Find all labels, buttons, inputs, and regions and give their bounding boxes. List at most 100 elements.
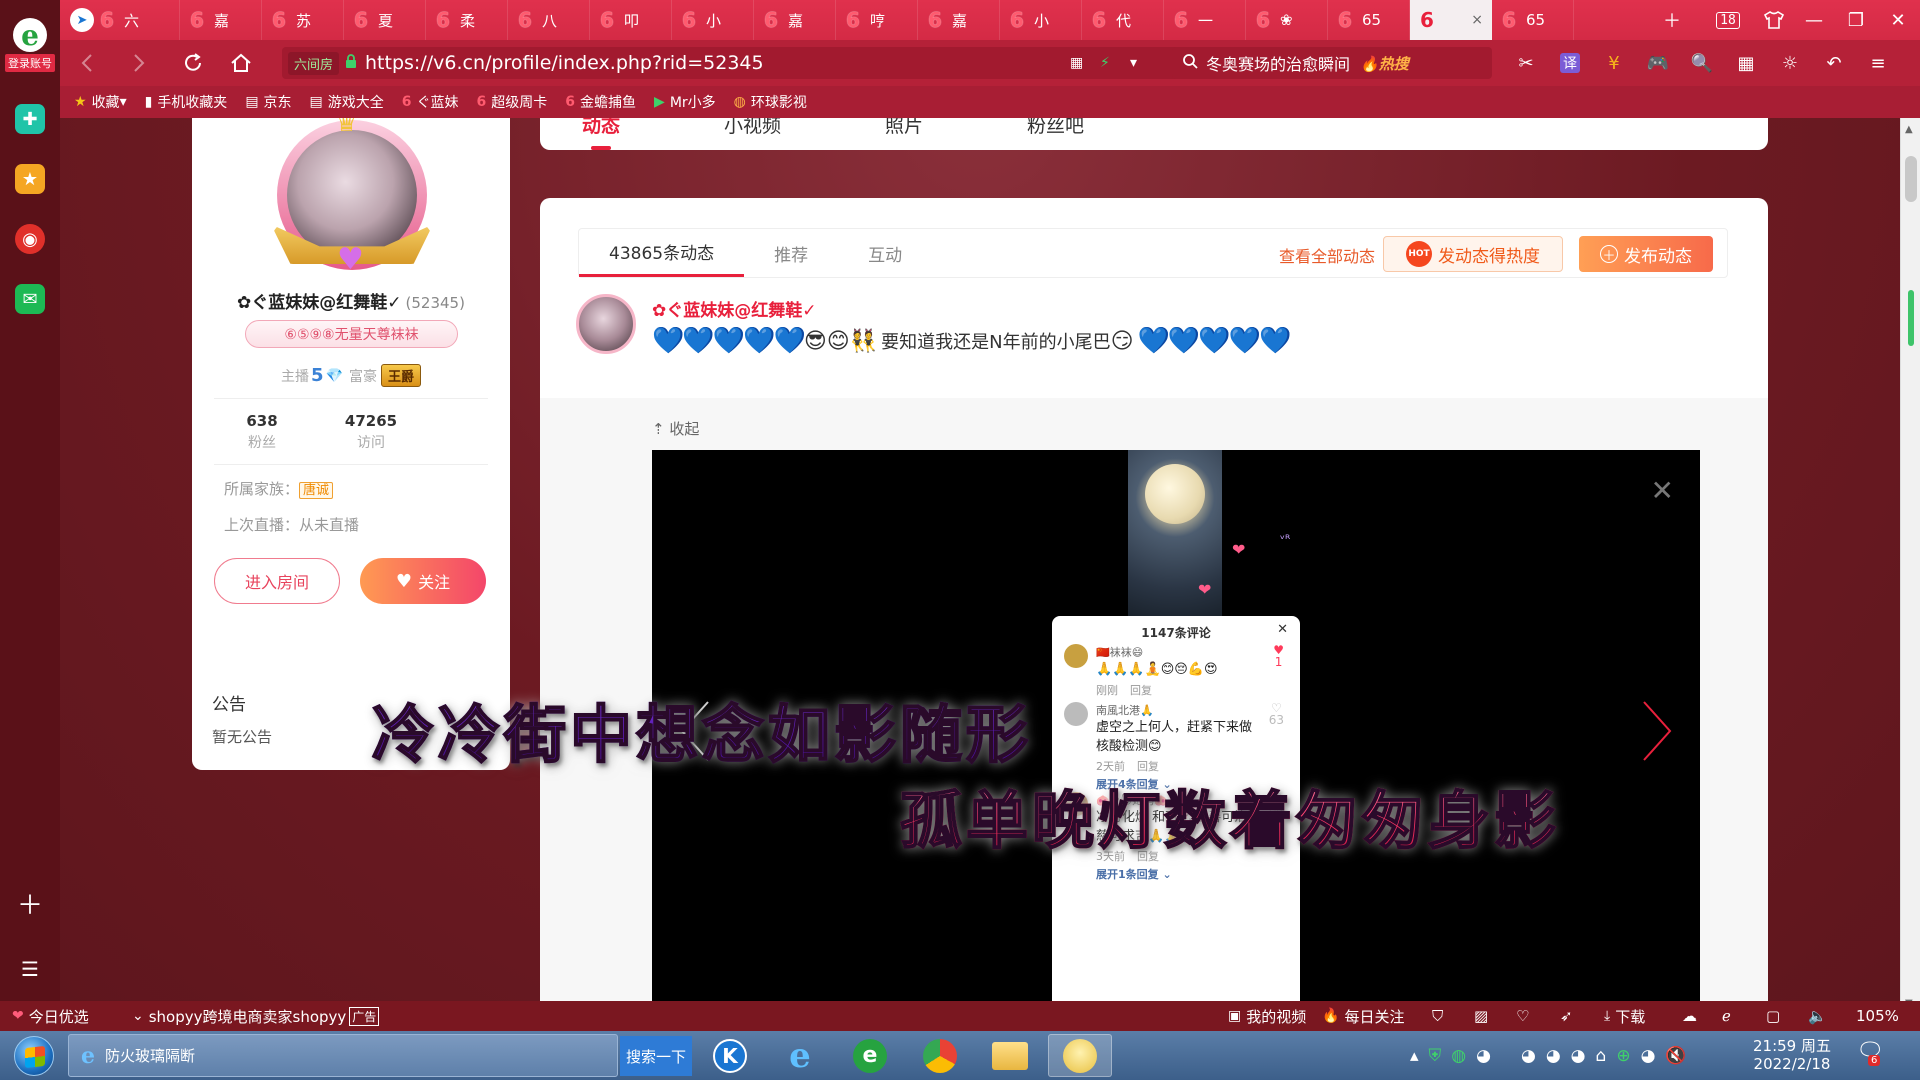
browser-tab[interactable]: 6一 bbox=[1164, 0, 1246, 40]
mail-icon[interactable]: ✉ bbox=[15, 284, 45, 314]
ie-mode-icon[interactable]: ℯ bbox=[1722, 1007, 1731, 1025]
post-author-name[interactable]: ✿ぐ蓝妹妹@红舞鞋✓ bbox=[652, 296, 817, 321]
volume-muted-icon[interactable]: 🔇 bbox=[1665, 1046, 1686, 1066]
grid-icon[interactable]: ▦ bbox=[1724, 40, 1768, 86]
back-button[interactable] bbox=[66, 40, 108, 86]
my-video-link[interactable]: ▣ 我的视频 bbox=[1228, 1006, 1306, 1027]
profile-tab[interactable]: 小视频 bbox=[724, 118, 781, 138]
enter-room-button[interactable]: 进入房间 bbox=[214, 558, 340, 604]
profile-tab[interactable]: 粉丝吧 bbox=[1027, 118, 1084, 138]
qq-icon[interactable]: ◕ bbox=[1571, 1046, 1586, 1066]
profile-avatar[interactable]: ♛ ♥ bbox=[271, 118, 433, 277]
bookmark-item[interactable]: ★ 收藏 ▾ bbox=[74, 92, 127, 112]
app-plus-icon[interactable]: ✚ bbox=[15, 104, 45, 134]
brightness-icon[interactable]: ☼ bbox=[1768, 40, 1812, 86]
browser-tab[interactable]: 6 65 bbox=[1492, 0, 1574, 40]
wechat-icon[interactable]: ◍ bbox=[1451, 1046, 1466, 1066]
url-field[interactable]: 六间房 https://v6.cn/profile/index.php?rid=… bbox=[282, 47, 1207, 79]
bookmark-item[interactable]: 6 ぐ蓝妹 bbox=[402, 92, 459, 112]
heart-outline-icon[interactable]: ♡ bbox=[1516, 1007, 1529, 1025]
chat-app-icon[interactable] bbox=[1048, 1034, 1112, 1077]
scissors-icon[interactable]: ✂ bbox=[1504, 40, 1548, 86]
like-button[interactable]: ♡ 63 bbox=[1269, 702, 1284, 726]
feed-tab[interactable]: 推荐 bbox=[744, 229, 838, 277]
browser-logo[interactable]: e 登录账号 bbox=[4, 18, 56, 72]
menu-icon[interactable]: ≡ bbox=[1856, 40, 1900, 86]
family-tag[interactable]: 唐诚 bbox=[299, 482, 334, 499]
today-picks-link[interactable]: ❤ 今日优选 bbox=[12, 1006, 89, 1027]
post-author-avatar[interactable] bbox=[576, 294, 636, 354]
site-security-chip[interactable]: 六间房 bbox=[288, 51, 340, 75]
favorites-star-icon[interactable]: ★ bbox=[15, 164, 45, 194]
browser-tab[interactable]: ➤ 6 六 bbox=[60, 0, 180, 40]
qq-icon[interactable]: ◕ bbox=[1521, 1046, 1536, 1066]
undo-icon[interactable]: ↶ bbox=[1812, 40, 1856, 86]
qq-icon[interactable]: ◕ bbox=[1476, 1046, 1491, 1066]
tab-count-button[interactable]: 18 bbox=[1706, 0, 1750, 40]
profile-tab[interactable]: 照片 bbox=[885, 118, 923, 138]
chrome-app-icon[interactable] bbox=[908, 1034, 972, 1077]
scrollbar-thumb[interactable] bbox=[1905, 156, 1917, 202]
gamepad-icon[interactable]: 🎮 bbox=[1636, 40, 1680, 86]
daily-follow-link[interactable]: 🔥 每日关注 bbox=[1322, 1006, 1404, 1027]
folder-app-icon[interactable] bbox=[978, 1034, 1042, 1077]
profile-tab[interactable]: 动态 bbox=[582, 118, 620, 150]
vertical-scrollbar[interactable]: ▲ ▼ bbox=[1900, 118, 1920, 1015]
download-button[interactable]: ⤓ 下载 bbox=[1604, 1006, 1645, 1027]
magnifier-icon[interactable]: 🔍 bbox=[1680, 40, 1724, 86]
browser-tab[interactable]: 6叩 bbox=[590, 0, 672, 40]
plus-badge-icon[interactable]: ⊕ bbox=[1616, 1046, 1630, 1066]
minimize-button[interactable]: — bbox=[1794, 0, 1834, 40]
notification-center-icon[interactable]: 🗨 6 bbox=[1856, 1039, 1884, 1066]
tray-expand-icon[interactable]: ▴ bbox=[1410, 1046, 1419, 1066]
browser-tab[interactable]: 6八 bbox=[508, 0, 590, 40]
feed-tab[interactable]: 互动 bbox=[838, 229, 932, 277]
close-window-button[interactable]: ✕ bbox=[1876, 0, 1920, 40]
ie-app-icon[interactable]: e bbox=[768, 1034, 832, 1077]
menu-list-icon[interactable]: ☰ bbox=[15, 954, 45, 984]
restore-button[interactable]: ❐ bbox=[1836, 0, 1876, 40]
reply-button[interactable]: 回复 bbox=[1130, 684, 1152, 697]
chevron-down-icon[interactable]: ▾ bbox=[1130, 55, 1137, 71]
bookmark-item[interactable]: ▤ 京东 bbox=[245, 92, 291, 112]
commenter-name[interactable]: 南風北港🙏 bbox=[1096, 702, 1154, 718]
volume-icon[interactable]: 🔈 bbox=[1808, 1007, 1827, 1025]
taskbar-active-window[interactable]: e 防火玻璃隔断 bbox=[68, 1034, 618, 1077]
new-tab-button[interactable]: ＋ bbox=[1652, 0, 1692, 40]
taskbar-search-button[interactable]: 搜索一下 bbox=[620, 1036, 692, 1076]
ad-link[interactable]: ⌄ shopyy跨境电商卖家shopyy 广告 bbox=[132, 1006, 380, 1027]
rocket-icon[interactable]: ➶ bbox=[1560, 1007, 1573, 1025]
coin-icon[interactable]: ¥ bbox=[1592, 40, 1636, 86]
bookmark-item[interactable]: ▤ 游戏大全 bbox=[310, 92, 384, 112]
weibo-icon[interactable]: ◉ bbox=[15, 224, 45, 254]
commenter-avatar[interactable] bbox=[1064, 702, 1088, 726]
browser-tab[interactable]: 6夏 bbox=[344, 0, 426, 40]
zoom-level[interactable]: 105% bbox=[1856, 1007, 1899, 1025]
feed-tab[interactable]: 43865条动态 bbox=[579, 229, 745, 277]
start-button[interactable] bbox=[14, 1036, 54, 1076]
follow-button[interactable]: ♥ 关注 bbox=[360, 558, 486, 604]
qq-icon[interactable]: ◕ bbox=[1641, 1046, 1656, 1066]
security-shield-icon[interactable]: ⛨ bbox=[1429, 1046, 1442, 1066]
browser-tab[interactable]: 6哼 bbox=[836, 0, 918, 40]
expand-replies-link[interactable]: 展开1条回复 ⌄ bbox=[1096, 866, 1172, 882]
browser-tab[interactable]: 6嘉 bbox=[754, 0, 836, 40]
commenter-avatar[interactable] bbox=[1064, 644, 1088, 668]
window-icon[interactable]: ▢ bbox=[1766, 1007, 1780, 1025]
browser-tab[interactable]: 6嘉 bbox=[918, 0, 1000, 40]
browser-tab[interactable]: 6嘉 bbox=[180, 0, 262, 40]
skin-icon[interactable] bbox=[1752, 0, 1796, 40]
next-media-button[interactable] bbox=[1636, 698, 1676, 764]
network-icon[interactable]: ⌂ bbox=[1596, 1046, 1607, 1066]
browser-tab[interactable]: 6 × bbox=[1410, 0, 1492, 40]
translate-icon[interactable]: 译 bbox=[1548, 40, 1592, 86]
bookmark-item[interactable]: ▮ 手机收藏夹 bbox=[145, 92, 228, 112]
lightning-icon[interactable]: ⚡ bbox=[1100, 55, 1110, 71]
collapse-link[interactable]: ⇡ 收起 bbox=[652, 418, 699, 439]
system-clock[interactable]: 21:59 周五 2022/2/18 bbox=[1752, 1037, 1832, 1073]
refresh-button[interactable] bbox=[172, 40, 214, 86]
browser-tab[interactable]: 6 ❀ bbox=[1246, 0, 1328, 40]
close-comments-button[interactable]: ✕ bbox=[1277, 622, 1288, 637]
shield-icon[interactable]: ⛉ bbox=[1432, 1007, 1443, 1025]
cloud-icon[interactable]: ☁ bbox=[1682, 1007, 1697, 1025]
